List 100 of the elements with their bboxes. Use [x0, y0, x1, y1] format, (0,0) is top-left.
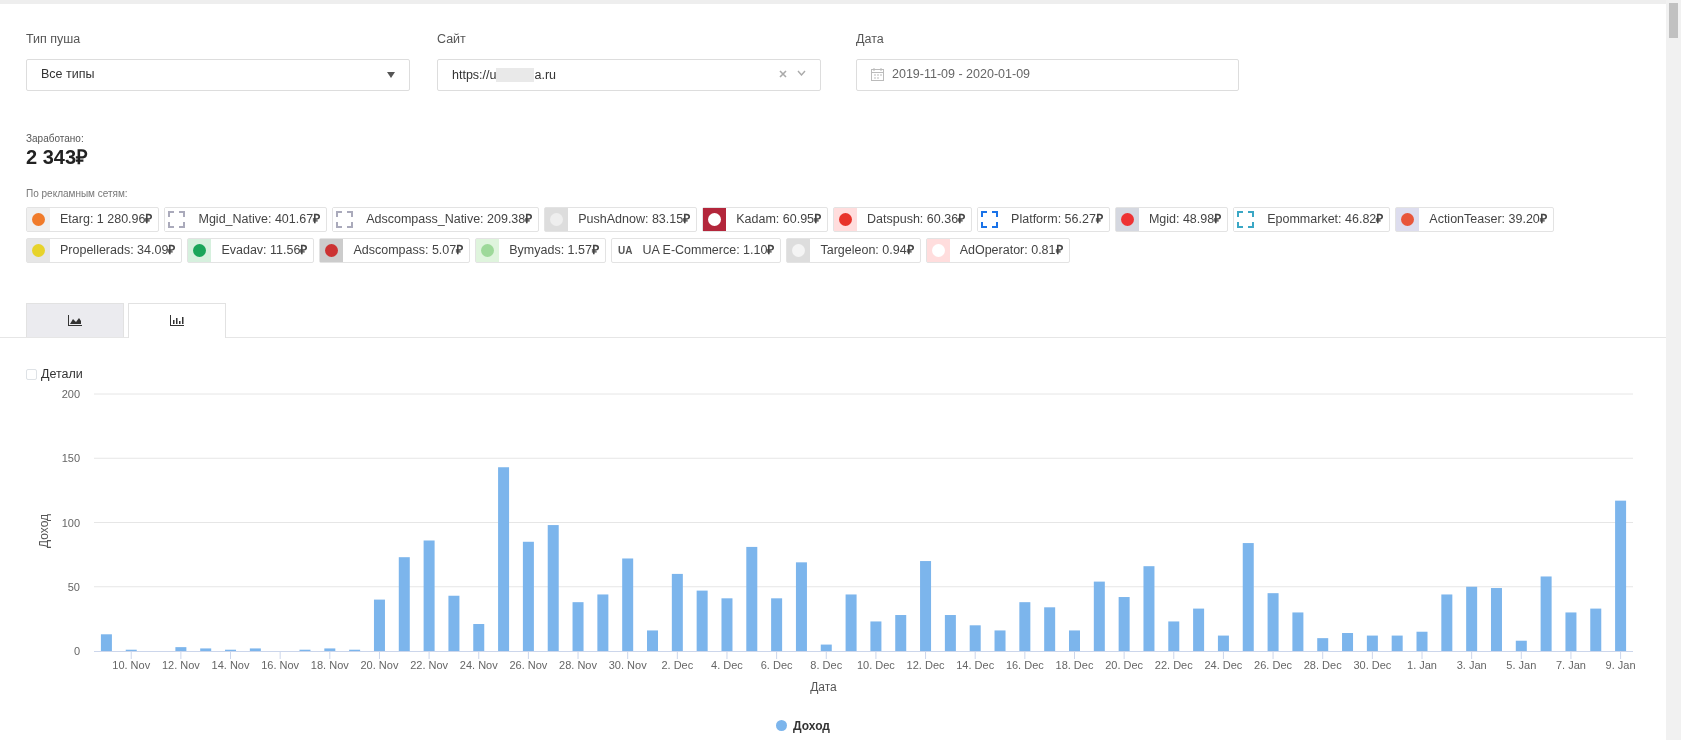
tick-mark — [1173, 650, 1175, 659]
clear-icon[interactable] — [779, 69, 787, 78]
bar — [200, 647, 212, 651]
y-tick-label: 0 — [73, 644, 80, 657]
network-logo-icon — [787, 238, 811, 262]
network-chip: Kadam: 60.95₽ — [702, 206, 829, 232]
bar — [1391, 635, 1403, 651]
bar — [373, 599, 385, 651]
tick-mark — [1371, 650, 1373, 659]
tick-mark — [478, 650, 480, 659]
bar — [597, 593, 609, 651]
logo-text: UA — [617, 243, 633, 258]
x-tick-label: 6. Dec — [760, 658, 793, 671]
x-tick-label: 18. Nov — [310, 658, 349, 671]
x-tick-label: 1. Jan — [1407, 658, 1437, 671]
bar — [1292, 611, 1304, 651]
bar — [1217, 635, 1229, 651]
x-tick-label: 4. Dec — [711, 658, 743, 671]
network-chip: Evadav: 11.56₽ — [187, 237, 315, 263]
bar — [1491, 587, 1502, 651]
x-tick-label: 2. Dec — [661, 658, 694, 671]
bar — [1416, 631, 1428, 651]
tick-mark — [180, 650, 182, 659]
bar — [1441, 593, 1453, 651]
legend-dot — [776, 720, 788, 731]
bar — [448, 595, 460, 651]
tick-mark — [1471, 650, 1473, 659]
network-chip: Epommarket: 46.82₽ — [1233, 206, 1391, 232]
bar — [473, 623, 485, 651]
tick-mark — [378, 650, 380, 659]
network-logo-icon — [188, 238, 212, 262]
x-tick-label: 5. Jan — [1506, 658, 1537, 671]
bar — [1317, 637, 1329, 651]
x-tick-label: 10. Dec — [856, 658, 895, 671]
x-tick-label: 22. Dec — [1154, 658, 1193, 671]
network-chip: PushAdnow: 83.15₽ — [544, 206, 698, 232]
tick-mark — [1520, 650, 1522, 659]
network-logo-icon — [27, 238, 50, 262]
bar — [944, 614, 956, 651]
chevron-icon[interactable] — [797, 69, 806, 76]
tick-mark — [329, 650, 331, 659]
earned-label: Заработано: — [26, 131, 84, 146]
bar — [572, 601, 584, 651]
x-tick-label: 26. Dec — [1254, 658, 1293, 671]
details-label: Детали — [41, 365, 83, 383]
chart-tab[interactable] — [26, 302, 124, 337]
tick-mark — [1074, 650, 1075, 659]
network-chip: Mgid_Native: 401.67₽ — [164, 206, 328, 232]
x-tick-label: 30. Dec — [1353, 658, 1392, 671]
tick-mark — [825, 650, 827, 659]
network-chip: Bymyads: 1.57₽ — [475, 237, 606, 263]
chart-tab[interactable] — [128, 302, 226, 338]
tick-mark — [1222, 650, 1224, 659]
network-chip: ActionTeaser: 39.20₽ — [1395, 206, 1554, 232]
bar — [1466, 586, 1478, 651]
bar — [771, 597, 783, 651]
bar — [1044, 606, 1056, 651]
scrollbar[interactable] — [1666, 0, 1681, 740]
earned-amount: 2 343₽ — [26, 145, 89, 168]
x-axis-title: Дата — [810, 679, 837, 694]
x-tick-label: 18. Dec — [1055, 658, 1094, 671]
network-logo-icon — [1396, 207, 1420, 231]
details-checkbox[interactable] — [26, 368, 37, 380]
network-logo-icon — [834, 207, 858, 231]
y-axis-title: Доход — [37, 513, 51, 548]
bar — [969, 624, 981, 651]
bar — [1515, 640, 1527, 651]
field-label: Дата — [856, 31, 885, 48]
x-tick-label: 12. Nov — [161, 658, 200, 671]
x-tick-label: 26. Nov — [509, 658, 548, 671]
network-chip: Mgid: 48.98₽ — [1114, 206, 1229, 232]
y-tick-label: 50 — [67, 580, 80, 593]
bar — [820, 644, 832, 651]
y-tick-label: 200 — [61, 387, 80, 400]
bar — [1069, 629, 1080, 651]
caret-icon — [387, 71, 395, 78]
date-range-field[interactable]: 2019-11-09 - 2020-01-09 — [856, 58, 1239, 91]
legend-label[interactable]: Доход — [793, 716, 830, 735]
bar — [324, 647, 336, 651]
network-logo-icon — [1115, 207, 1139, 231]
bar — [647, 629, 658, 651]
x-tick-label: 30. Nov — [608, 658, 647, 671]
network-chip: Etarg: 1 280.96₽ — [26, 206, 160, 232]
x-tick-label: 10. Nov — [112, 658, 151, 671]
bar — [870, 620, 882, 651]
network-chip: Targeleon: 0.94₽ — [786, 237, 921, 263]
x-tick-label: 24. Dec — [1204, 658, 1243, 671]
type-select[interactable]: Все типы — [26, 58, 410, 91]
site-select[interactable]: https://u a.ru — [437, 58, 821, 91]
tick-mark — [974, 650, 976, 659]
network-logo-icon — [27, 207, 50, 231]
tick-mark — [130, 650, 132, 659]
x-tick-label: 16. Dec — [1005, 658, 1044, 671]
tick-mark — [1123, 650, 1125, 659]
field-label: Сайт — [437, 31, 467, 48]
x-tick-label: 12. Dec — [906, 658, 945, 671]
tick-mark — [1620, 650, 1622, 659]
tick-mark — [279, 650, 281, 659]
network-logo-icon — [703, 207, 727, 231]
x-tick-label: 28. Dec — [1303, 658, 1342, 671]
